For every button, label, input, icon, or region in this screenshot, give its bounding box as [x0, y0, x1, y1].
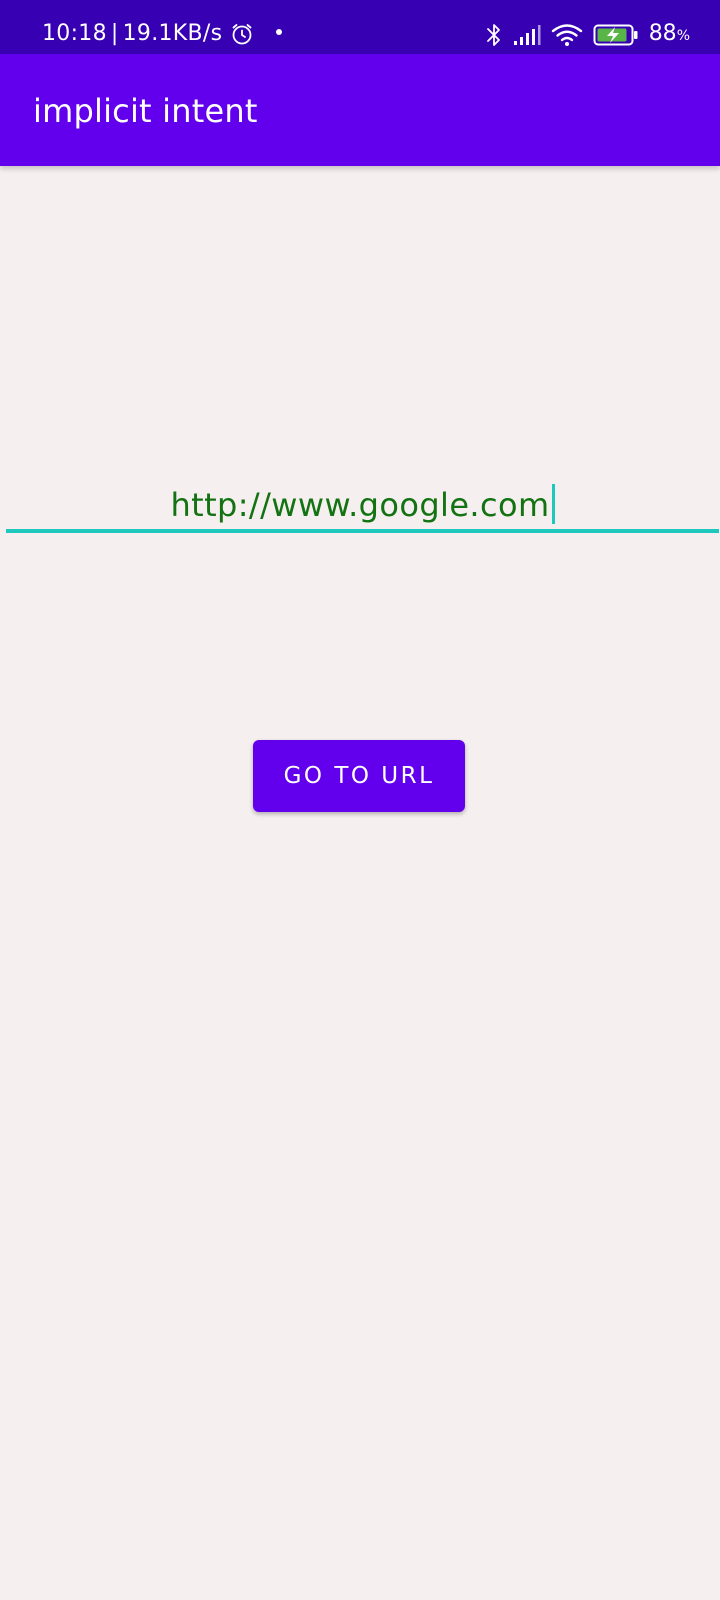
status-left: 10:18 | 19.1KB/s — [42, 20, 283, 48]
text-cursor — [551, 484, 555, 524]
battery-unit: % — [676, 28, 690, 44]
url-input-underline — [6, 529, 719, 533]
app-bar: implicit intent — [0, 54, 720, 166]
notification-dot-icon — [276, 29, 283, 35]
battery-level: 88 — [648, 21, 677, 46]
go-to-url-button[interactable]: GO TO URL — [253, 740, 465, 812]
status-separator: | — [110, 21, 119, 46]
battery-percentage: 88% — [649, 20, 690, 50]
wifi-icon — [551, 24, 582, 46]
battery-charging-icon — [593, 24, 638, 46]
status-bar: 10:18 | 19.1KB/s 88% — [0, 0, 720, 54]
app-title: implicit intent — [33, 92, 258, 130]
status-right: 88% — [485, 20, 690, 50]
url-input[interactable]: http://www.google.com — [6, 478, 719, 534]
alarm-icon — [233, 24, 252, 45]
signal-icon — [513, 25, 541, 45]
bluetooth-icon — [486, 24, 500, 46]
status-time: 10:18 — [42, 21, 107, 46]
network-speed: 19.1KB/s — [122, 21, 223, 46]
url-input-value[interactable]: http://www.google.com — [170, 486, 549, 524]
url-input-text-container[interactable]: http://www.google.com — [6, 484, 719, 525]
